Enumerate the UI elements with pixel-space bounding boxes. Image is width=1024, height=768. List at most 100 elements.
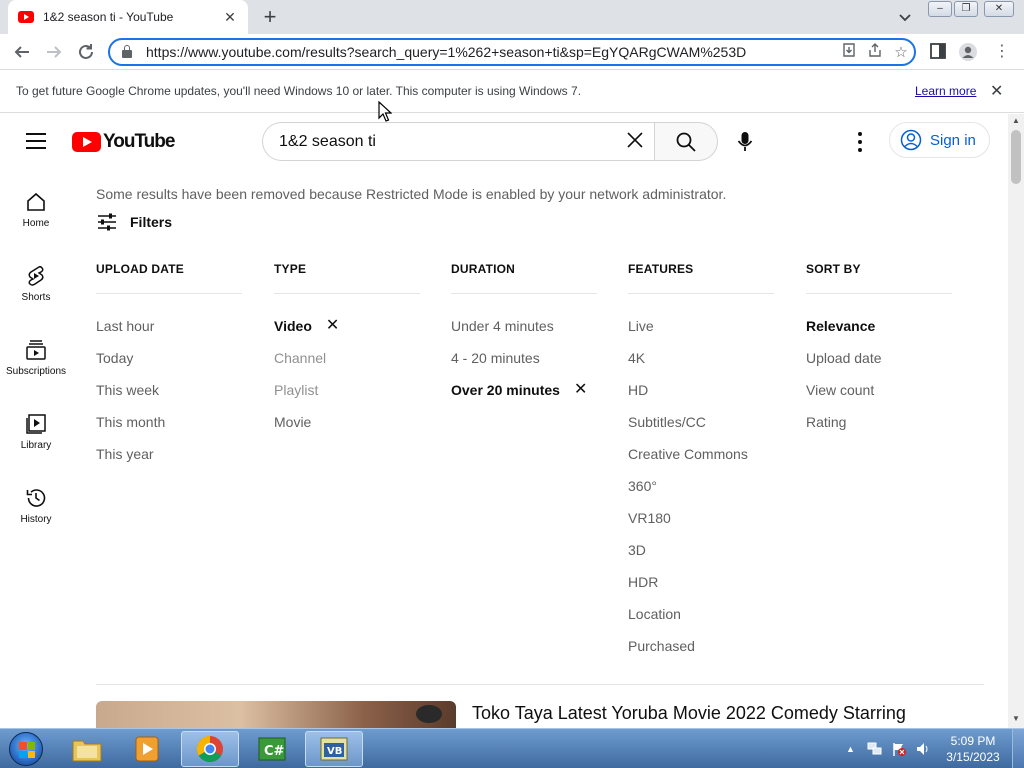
search-button[interactable] <box>654 122 718 161</box>
guide-label-subscriptions: Subscriptions <box>5 366 67 377</box>
media-player-icon <box>135 736 159 762</box>
volume-icon[interactable] <box>915 741 931 757</box>
filter-option-selected[interactable]: Relevance <box>806 310 952 342</box>
action-center-flag-icon[interactable] <box>891 741 907 757</box>
filter-option[interactable]: Today <box>96 342 242 374</box>
windows-logo-icon <box>9 732 43 766</box>
mouse-pointer-icon <box>378 101 392 122</box>
filter-option[interactable]: Purchased <box>628 630 774 662</box>
browser-toolbar: https://www.youtube.com/results?search_q… <box>0 34 1024 70</box>
remove-filter-icon[interactable]: ✕ <box>574 374 587 406</box>
taskbar-vb-ide[interactable]: VB <box>305 731 363 767</box>
account-circle-icon <box>900 129 922 151</box>
forward-arrow-icon[interactable] <box>42 40 66 64</box>
filter-option[interactable]: Subtitles/CC <box>628 406 774 438</box>
filter-option[interactable]: HDR <box>628 566 774 598</box>
filter-option[interactable]: 360° <box>628 470 774 502</box>
filter-option-selected[interactable]: Video ✕ <box>274 310 420 342</box>
search-box[interactable]: 1&2 season ti <box>262 122 655 161</box>
filter-option[interactable]: 4 - 20 minutes <box>451 342 597 374</box>
guide-item-home[interactable]: Home <box>0 190 72 254</box>
install-app-icon[interactable] <box>836 42 862 62</box>
video-thumbnail[interactable] <box>96 701 456 728</box>
taskbar-media-player[interactable] <box>118 731 176 767</box>
taskbar-file-explorer[interactable] <box>58 731 116 767</box>
filters-button[interactable]: Filters <box>96 212 172 232</box>
filter-option[interactable]: Live <box>628 310 774 342</box>
filter-option[interactable]: This year <box>96 438 242 470</box>
voice-search-button[interactable] <box>730 127 760 157</box>
subscriptions-icon <box>26 340 46 360</box>
guide-item-history[interactable]: History <box>0 486 72 550</box>
filter-option[interactable]: This month <box>96 406 242 438</box>
filter-option[interactable]: This week <box>96 374 242 406</box>
filter-option[interactable]: Movie <box>274 406 420 438</box>
url-text[interactable]: https://www.youtube.com/results?search_q… <box>146 44 836 60</box>
filter-option-selected[interactable]: Over 20 minutes ✕ <box>451 374 597 406</box>
taskbar-clock[interactable]: 5:09 PM 3/15/2023 <box>940 733 1006 765</box>
scrollbar-thumb[interactable] <box>1011 130 1021 184</box>
lock-icon[interactable] <box>122 45 132 58</box>
clear-search-icon[interactable] <box>615 129 655 155</box>
youtube-logo[interactable]: YouTube <box>72 131 175 153</box>
svg-text:C#: C# <box>264 744 285 759</box>
guide-item-shorts[interactable]: Shorts <box>0 264 72 328</box>
bookmark-star-icon[interactable]: ☆ <box>888 43 914 61</box>
svg-text:VB: VB <box>327 746 342 757</box>
share-icon[interactable] <box>862 42 888 62</box>
history-icon <box>26 489 46 507</box>
filter-option[interactable]: View count <box>806 374 952 406</box>
filter-option[interactable]: Upload date <box>806 342 952 374</box>
home-icon <box>27 192 45 211</box>
reload-icon[interactable] <box>74 40 98 64</box>
filters-sliders-icon <box>98 213 116 231</box>
scroll-down-arrow-icon[interactable]: ▼ <box>1012 714 1020 723</box>
filter-option[interactable]: HD <box>628 374 774 406</box>
side-panel-icon[interactable] <box>928 42 948 62</box>
column-heading: UPLOAD DATE <box>96 262 242 294</box>
minimize-window-button[interactable]: ‒ <box>928 1 952 17</box>
filter-option-disabled: Channel <box>274 350 327 366</box>
filter-option[interactable]: 4K <box>628 342 774 374</box>
guide-menu-icon[interactable] <box>26 133 46 149</box>
filter-option[interactable]: VR180 <box>628 502 774 534</box>
page-scrollbar[interactable]: ▲ ▼ <box>1008 114 1024 728</box>
filter-option[interactable]: 3D <box>628 534 774 566</box>
filter-option[interactable]: Last hour <box>96 310 242 342</box>
remove-filter-icon[interactable]: ✕ <box>326 310 339 342</box>
start-button[interactable] <box>4 730 48 768</box>
scroll-up-arrow-icon[interactable]: ▲ <box>1012 116 1020 125</box>
filter-column-type: TYPE Video ✕ Channel Playlist Movie <box>274 262 420 438</box>
filter-option[interactable]: Location <box>628 598 774 630</box>
restore-window-button[interactable]: ❐ <box>954 1 978 17</box>
sign-in-button[interactable]: Sign in <box>889 122 990 158</box>
tab-search-chevron-icon[interactable] <box>896 8 914 26</box>
taskbar-chrome[interactable] <box>181 731 239 767</box>
browser-tab[interactable]: 1&2 season ti - YouTube ✕ <box>8 0 248 34</box>
youtube-logo-text: YouTube <box>103 131 175 152</box>
tab-strip: 1&2 season ti - YouTube ✕ + ‒ ❐ ✕ <box>0 0 1024 34</box>
filter-option[interactable]: Rating <box>806 406 952 438</box>
address-bar[interactable]: https://www.youtube.com/results?search_q… <box>108 38 916 66</box>
search-input[interactable]: 1&2 season ti <box>279 133 615 151</box>
profile-avatar-icon[interactable] <box>958 42 978 62</box>
show-desktop-button[interactable] <box>1012 729 1024 768</box>
column-heading: DURATION <box>451 262 597 294</box>
show-hidden-icons-icon[interactable]: ▲ <box>846 744 855 754</box>
guide-item-subscriptions[interactable]: Subscriptions <box>0 338 72 402</box>
chrome-menu-icon[interactable]: ⋮ <box>992 42 1012 62</box>
filter-option[interactable]: Creative Commons <box>628 438 774 470</box>
taskbar-csharp-ide[interactable]: C# <box>243 731 301 767</box>
tab-close-icon[interactable]: ✕ <box>222 9 238 26</box>
learn-more-link[interactable]: Learn more <box>915 84 976 98</box>
infobar-close-icon[interactable]: ✕ <box>990 81 1003 101</box>
new-tab-button[interactable]: + <box>258 3 282 31</box>
close-window-button[interactable]: ✕ <box>984 1 1014 17</box>
guide-item-library[interactable]: Library <box>0 412 72 476</box>
video-title-link[interactable]: Toko Taya Latest Yoruba Movie 2022 Comed… <box>472 703 906 724</box>
settings-more-icon[interactable] <box>850 130 870 154</box>
filter-option[interactable]: Under 4 minutes <box>451 310 597 342</box>
csharp-icon: C# <box>258 737 286 761</box>
network-icon[interactable] <box>867 741 883 757</box>
back-arrow-icon[interactable] <box>10 40 34 64</box>
